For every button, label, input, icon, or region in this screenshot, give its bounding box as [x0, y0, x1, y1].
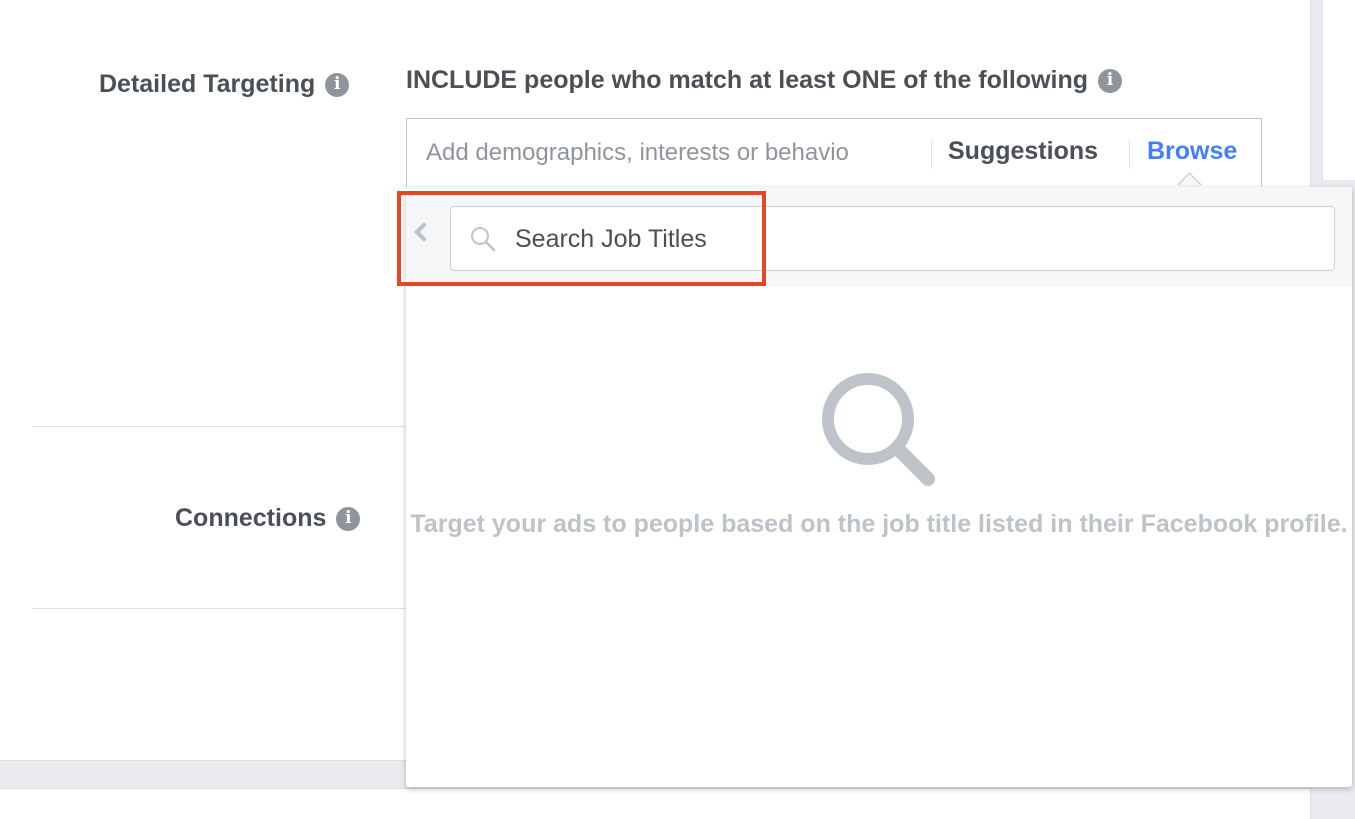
empty-state-message: Target your ads to people based on the j…: [410, 510, 1348, 538]
section-divider: [32, 608, 412, 609]
browse-panel-header: Search Job Titles: [406, 187, 1352, 287]
info-icon[interactable]: i: [336, 506, 361, 531]
chevron-left-icon[interactable]: [414, 222, 434, 242]
info-icon[interactable]: i: [1097, 68, 1122, 93]
suggestions-button[interactable]: Suggestions: [948, 137, 1098, 166]
detailed-targeting-input[interactable]: Add demographics, interests or behavio: [426, 139, 916, 167]
browse-dropdown-panel: Search Job Titles Target your ads to peo…: [406, 187, 1352, 787]
detailed-targeting-row-label: Detailed Targeting i: [99, 70, 350, 99]
connections-row-label: Connections i: [175, 504, 361, 533]
separator: [1129, 141, 1130, 169]
right-panel-edge: [1322, 0, 1355, 180]
next-section-card: [0, 788, 1311, 819]
include-text: INCLUDE people who match at least ONE of…: [406, 66, 1088, 94]
detailed-targeting-input-box[interactable]: Add demographics, interests or behavio S…: [406, 118, 1262, 197]
include-heading: INCLUDE people who match at least ONE of…: [406, 66, 1122, 95]
browse-button[interactable]: Browse: [1147, 137, 1237, 166]
section-divider: [32, 426, 412, 427]
search-icon: [471, 227, 496, 252]
search-placeholder: Search Job Titles: [515, 225, 707, 253]
job-title-search-input[interactable]: Search Job Titles: [450, 206, 1335, 271]
info-icon[interactable]: i: [325, 72, 350, 97]
connections-label: Connections: [175, 504, 327, 532]
detailed-targeting-label: Detailed Targeting: [99, 70, 316, 98]
search-icon: [822, 373, 935, 486]
separator: [931, 141, 932, 169]
